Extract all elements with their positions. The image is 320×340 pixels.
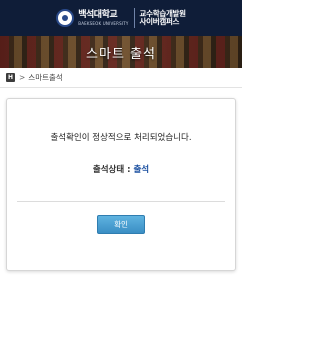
home-icon[interactable]: H xyxy=(6,73,15,82)
logo-main-text: 백석대학교 xyxy=(78,9,118,20)
attendance-status: 출석상태 : 출석 xyxy=(7,163,235,175)
page-title: 스마트 출석 xyxy=(86,46,156,62)
university-logo[interactable]: 백석대학교 BAEKSEOK UNIVERSITY xyxy=(78,9,129,26)
confirm-button[interactable]: 확인 xyxy=(97,215,145,234)
status-value: 출석 xyxy=(133,165,150,175)
site-header: 백석대학교 BAEKSEOK UNIVERSITY 교수학습개발원 사이버캠퍼스 xyxy=(0,0,242,36)
university-emblem-icon xyxy=(56,9,75,27)
campus-line-2: 사이버캠퍼스 xyxy=(139,17,180,26)
status-label: 출석상태 : xyxy=(92,165,131,175)
logo-divider xyxy=(133,8,135,28)
logo-sub-text: BAEKSEOK UNIVERSITY xyxy=(78,20,129,26)
breadcrumb-current: 스마트출석 xyxy=(28,73,63,82)
page-banner: 스마트 출석 xyxy=(0,36,242,68)
breadcrumb-separator: > xyxy=(19,73,26,82)
campus-name: 교수학습개발원 사이버캠퍼스 xyxy=(139,10,187,26)
result-message: 출석확인이 정상적으로 처리되었습니다. xyxy=(50,133,192,143)
attendance-result-card: 출석확인이 정상적으로 처리되었습니다. 출석상태 : 출석 확인 xyxy=(6,98,236,271)
card-divider xyxy=(17,201,225,202)
breadcrumb: H > 스마트출석 xyxy=(0,68,242,88)
